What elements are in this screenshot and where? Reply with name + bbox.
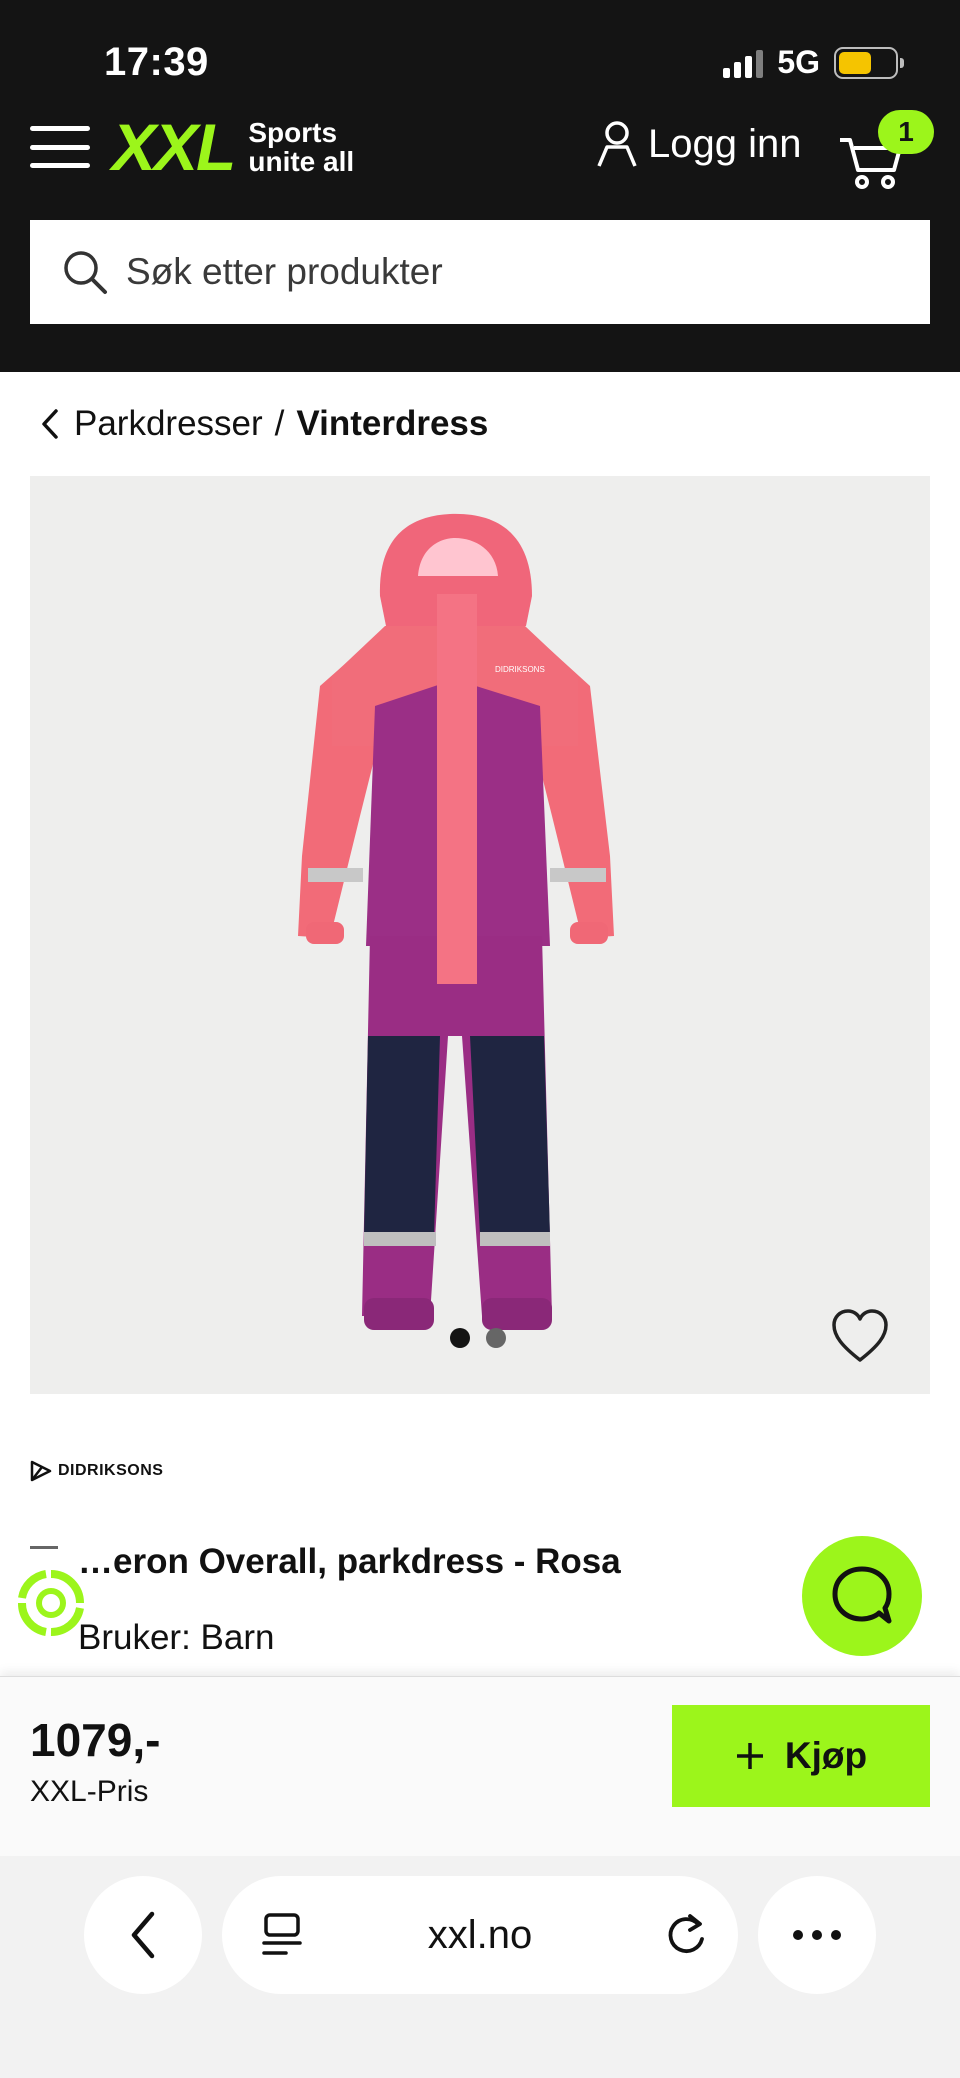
chat-button[interactable] [802, 1536, 922, 1656]
plus-icon [736, 1743, 763, 1769]
user-icon [597, 121, 637, 167]
browser-more-button[interactable] [758, 1876, 876, 1994]
breadcrumb-current: Vinterdress [296, 404, 489, 443]
logo-tagline-line-1: Sports [248, 116, 338, 148]
svg-text:DIDRIKSONS: DIDRIKSONS [495, 665, 545, 674]
breadcrumb: Parkdresser / Vinterdress [40, 404, 488, 444]
signal-icon [723, 48, 764, 78]
chevron-left-icon [131, 1911, 155, 1959]
xxl-logo[interactable]: XXL Sports unite all [112, 114, 354, 180]
gallery-pagination[interactable] [450, 1328, 506, 1348]
status-time: 17:39 [104, 40, 209, 84]
brand-link[interactable]: DIDRIKSONS [30, 1460, 163, 1482]
eco-badge-icon[interactable] [14, 1566, 88, 1640]
reload-icon[interactable] [664, 1912, 708, 1958]
more-dot-icon [793, 1930, 803, 1940]
battery-icon [834, 46, 904, 79]
browser-url: xxl.no [427, 1912, 533, 1957]
login-label: Logg inn [648, 121, 802, 166]
product-title: …eron Overall, parkdress - Rosa [78, 1542, 621, 1581]
pagination-dot-1[interactable] [450, 1328, 470, 1348]
status-indicators: 5G [723, 44, 904, 81]
buy-button[interactable]: Kjøp [672, 1705, 930, 1807]
chevron-left-icon[interactable] [40, 407, 62, 441]
more-dot-icon [812, 1930, 822, 1940]
logo-tagline-line-2: unite all [248, 146, 355, 177]
search-bar[interactable] [30, 220, 930, 324]
browser-address-bar[interactable]: xxl.no [222, 1876, 738, 1994]
product-image: DIDRIKSONS [298, 513, 614, 1330]
didriksons-logo-icon [30, 1460, 52, 1482]
title-divider [30, 1546, 58, 1549]
search-input[interactable] [126, 251, 886, 293]
menu-icon[interactable] [30, 126, 90, 168]
price-label: XXL-Pris [30, 1775, 149, 1808]
logo-wordmark: XXL [112, 110, 236, 184]
breadcrumb-parent-link[interactable]: Parkdresser [74, 404, 263, 444]
browser-back-button[interactable] [84, 1876, 202, 1994]
product-user-line: Bruker: Barn [78, 1618, 275, 1657]
browser-toolbar: xxl.no [0, 1856, 960, 2078]
purchase-bar: 1079,- XXL-Pris Kjøp [0, 1676, 960, 1856]
pagination-dot-2[interactable] [486, 1328, 506, 1348]
cart-button[interactable]: 1 [838, 110, 938, 189]
heart-icon[interactable] [830, 1308, 890, 1364]
search-icon [64, 251, 107, 294]
chat-icon [832, 1566, 892, 1624]
login-button[interactable]: Logg inn [596, 120, 801, 168]
more-dot-icon [831, 1930, 841, 1940]
brand-name: DIDRIKSONS [58, 1462, 164, 1479]
product-price: 1079,- [30, 1714, 161, 1766]
product-gallery[interactable]: DIDRIKSONS [30, 476, 930, 1394]
site-header: 17:39 5G XXL Sports unite all Logg inn 1 [0, 0, 960, 372]
network-label: 5G [777, 44, 820, 80]
cart-count-badge: 1 [878, 110, 934, 154]
buy-label: Kjøp [784, 1735, 868, 1776]
breadcrumb-separator: / [274, 404, 285, 443]
logo-tagline: Sports unite all [248, 116, 355, 177]
